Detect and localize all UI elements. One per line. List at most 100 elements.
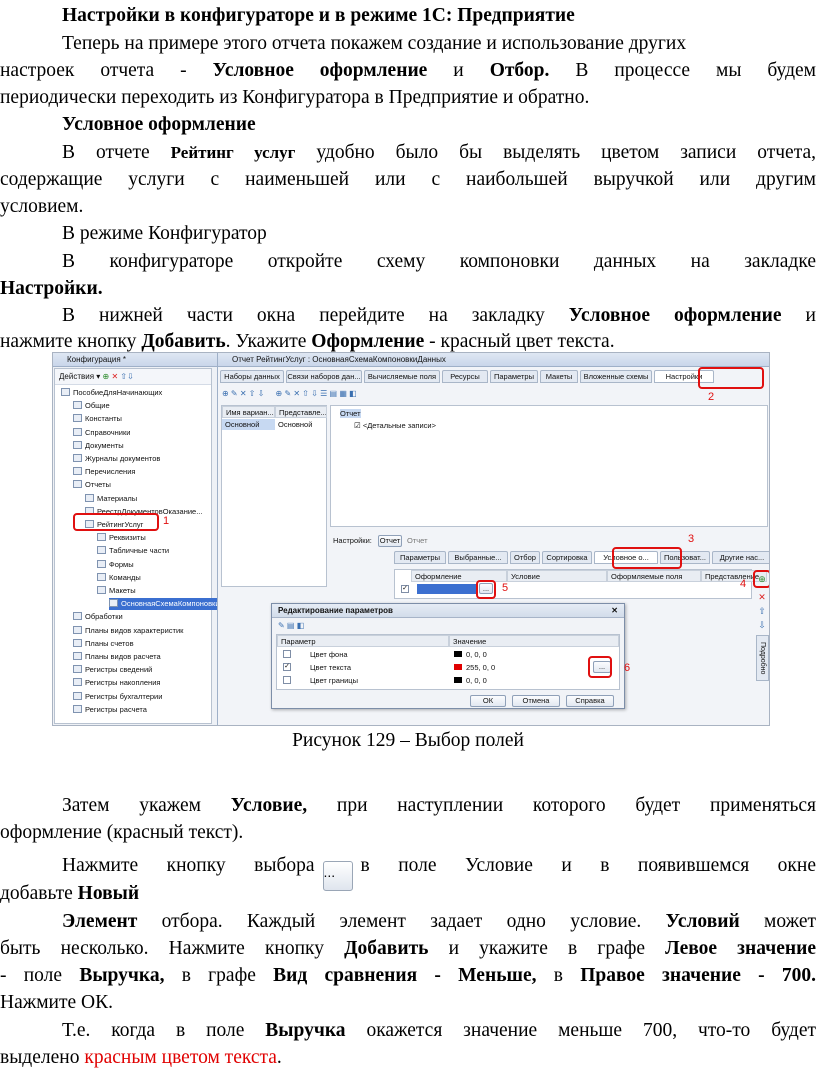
p3: В режиме Конфигуратор — [62, 223, 267, 244]
cancel-button[interactable]: Отмена — [512, 695, 560, 707]
param-check[interactable]: ✓ — [283, 663, 291, 671]
tree-item[interactable]: Реквизиты — [97, 532, 146, 544]
tree-item-label: Регистры сведений — [85, 665, 153, 675]
details-side-tab[interactable]: Подробно — [756, 635, 769, 681]
title: Настройки в конфигураторе и в режиме 1С:… — [62, 5, 575, 26]
text: в поле Условие и в появившемся окне — [360, 855, 816, 876]
tree-item[interactable]: Регистры расчета — [73, 704, 147, 716]
tree-node-icon — [97, 572, 106, 581]
tree-node-icon — [73, 454, 82, 462]
tree-item[interactable]: Константы — [73, 413, 122, 425]
tree-item[interactable]: Обработки — [73, 611, 123, 623]
p2-line3: условием. — [0, 196, 84, 217]
tree-item[interactable]: Перечисления — [73, 466, 135, 478]
tree-item[interactable]: Планы счетов — [73, 638, 134, 650]
highlight-add — [753, 570, 769, 588]
tree-item[interactable]: Планы видов расчета — [73, 651, 161, 663]
delete-condition-icon[interactable]: ✕ — [756, 591, 768, 603]
arrows-icon[interactable]: ⇧⇩ — [120, 372, 133, 381]
param-check[interactable] — [283, 650, 291, 658]
dialog-toolbar[interactable]: ✎ ▤ ◧ — [278, 621, 304, 630]
tree-item[interactable]: Команды — [97, 572, 141, 584]
tree-item-label: Регистры бухгалтерии — [85, 691, 163, 701]
p8-line3: - поле Выручка, в графе Вид сравнения - … — [0, 962, 816, 990]
tree-node-icon — [73, 652, 82, 660]
cond-row-check[interactable]: ✓ — [401, 585, 409, 593]
tab-5[interactable]: Макеты — [540, 370, 578, 383]
tree-item[interactable]: Регистры сведений — [73, 664, 152, 676]
structure-panel: Отчет ☑ <Детальные записи> — [330, 405, 768, 527]
tab-3[interactable]: Ресурсы — [442, 370, 488, 383]
cond-format-cell[interactable] — [417, 584, 477, 594]
tree-item[interactable]: Материалы — [85, 493, 137, 505]
variant-name[interactable]: Основной — [222, 419, 275, 430]
text: удобно было бы выделять цветом записи от… — [295, 142, 816, 163]
variant-col-pres: Представле... — [275, 406, 327, 418]
bottom-tab-1[interactable]: Выбранные... — [448, 551, 508, 564]
text: - красный цвет текста. — [424, 331, 615, 352]
color-swatch-icon — [454, 651, 462, 657]
delete-icon[interactable]: ✕ — [111, 372, 118, 381]
param-value[interactable]: 255, 0, 0 — [451, 662, 495, 673]
bottom-tab-6[interactable]: Другие нас... — [712, 551, 769, 564]
param-name: Цвет границы — [310, 676, 358, 685]
tree-node-icon — [73, 480, 82, 489]
p1-line1: Теперь на примере этого отчета покажем с… — [62, 33, 687, 54]
tree-item[interactable]: Макеты — [97, 585, 136, 597]
param-value[interactable]: 0, 0, 0 — [451, 675, 487, 686]
p4-line2: Настройки. — [0, 278, 103, 299]
highlight-cond-tab — [612, 547, 682, 569]
tree-item[interactable]: Регистры накопления — [73, 677, 160, 689]
tree-item[interactable]: Отчеты — [73, 479, 111, 491]
tree-item[interactable]: ОсновнаяСхемаКомпоновки — [109, 598, 220, 611]
bottom-tab-2[interactable]: Отбор — [510, 551, 540, 564]
tree-item[interactable]: Справочники — [73, 427, 130, 439]
tree-item[interactable]: Журналы документов — [73, 453, 160, 465]
tree-item[interactable]: Табличные части — [97, 545, 169, 557]
param-value[interactable]: 0, 0, 0 — [451, 649, 487, 660]
settings-toolbar[interactable]: ⊕ ✎ ✕ ⇧ ⇩ ⊕ ✎ ✕ ⇧ ⇩ ☰ ▤ ▦ ◧ — [222, 389, 762, 401]
struct-root[interactable]: Отчет — [337, 408, 361, 419]
tree-item[interactable]: Планы видов характеристик — [73, 625, 183, 637]
tree-item[interactable]: Регистры бухгалтерии — [73, 691, 162, 703]
tab-0[interactable]: Наборы данных — [220, 370, 284, 383]
tree-node-icon — [73, 665, 82, 674]
tree-item-label: Команды — [109, 572, 141, 582]
variant-presentation[interactable]: Основной — [275, 419, 327, 430]
main-tabs: Наборы данных Связи наборов дан... Вычисля… — [218, 368, 769, 384]
tree-item-label: Обработки — [85, 612, 123, 622]
heading-conditional: Условное оформление — [62, 114, 256, 135]
tree-toolbar[interactable]: Действия ▾ ⊕ ✕ ⇧⇩ — [55, 369, 211, 385]
tree-item-label: Справочники — [85, 427, 131, 437]
tab-4[interactable]: Параметры — [490, 370, 538, 383]
tree-item[interactable]: Формы — [97, 559, 134, 571]
tree-item-label: Материалы — [97, 493, 138, 503]
tab-2[interactable]: Вычисляемые поля — [364, 370, 440, 383]
bottom-tab-3[interactable]: Сортировка — [542, 551, 592, 564]
actions-menu[interactable]: Действия ▾ — [59, 372, 100, 381]
struct-root-label: Отчет — [340, 409, 361, 418]
bottom-tab-0[interactable]: Параметры — [394, 551, 446, 564]
term: Новый — [77, 883, 140, 904]
term: Отбор. — [489, 60, 550, 81]
ok-button[interactable]: ОК — [470, 695, 506, 707]
bottom-tabs: Параметры Выбранные... Отбор Сортировка Усло… — [218, 549, 769, 565]
tree-item-label: Журналы документов — [85, 454, 161, 463]
move-down-icon[interactable]: ⇩ — [756, 619, 768, 631]
text: в графе — [164, 965, 274, 986]
add-icon[interactable]: ⊕ — [103, 372, 110, 381]
tree-item[interactable]: ПособиеДляНачинающих — [61, 387, 162, 399]
settings-btn-report[interactable]: Отчет — [378, 535, 402, 547]
variant-col-name: Имя вариан... — [222, 406, 275, 418]
move-up-icon[interactable]: ⇧ — [756, 605, 768, 617]
tab-1[interactable]: Связи наборов дан... — [286, 370, 362, 383]
term: Элемент — [62, 911, 138, 932]
tree-node-icon — [73, 612, 82, 621]
close-icon[interactable]: ✕ — [611, 604, 618, 618]
tree-item[interactable]: Общие — [73, 400, 110, 412]
struct-child[interactable]: ☑ <Детальные записи> — [351, 420, 436, 431]
param-check[interactable] — [283, 676, 291, 684]
tab-6[interactable]: Вложенные схемы — [580, 370, 652, 383]
help-button[interactable]: Справка — [566, 695, 614, 707]
tree-item[interactable]: Документы — [73, 440, 124, 452]
